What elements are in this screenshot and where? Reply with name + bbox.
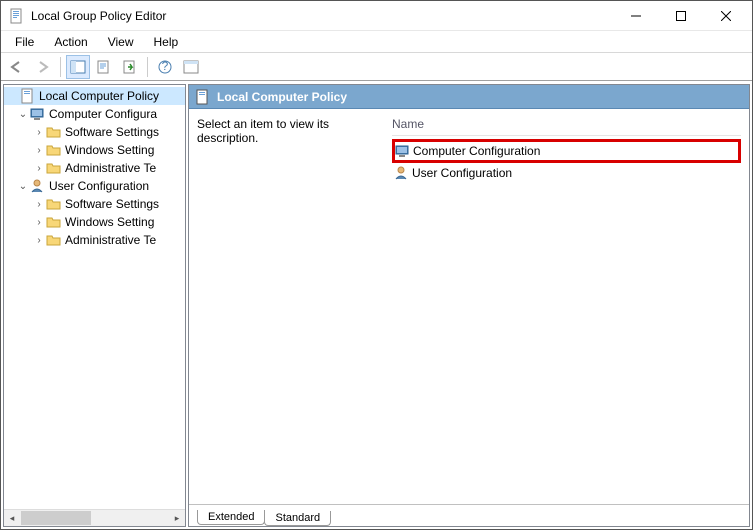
content-area: Local Computer Policy ⌄ Computer Configu…: [1, 81, 752, 529]
folder-icon: [46, 196, 62, 212]
tree-label: Computer Configura: [49, 107, 157, 121]
close-button[interactable]: [703, 2, 748, 30]
menu-file[interactable]: File: [5, 33, 44, 51]
tab-standard[interactable]: Standard: [264, 511, 331, 526]
description-column: Select an item to view its description.: [197, 117, 392, 496]
menu-action[interactable]: Action: [44, 33, 97, 51]
tree-item-user-config[interactable]: ⌄ User Configuration: [4, 177, 185, 195]
menu-help[interactable]: Help: [144, 33, 189, 51]
main-panel: Local Computer Policy Select an item to …: [188, 84, 750, 527]
list-column: Name Computer Configuration User Configu…: [392, 117, 741, 496]
export-button[interactable]: [118, 55, 142, 79]
chevron-right-icon[interactable]: ›: [32, 199, 46, 210]
folder-icon: [46, 214, 62, 230]
tree-item-windows-settings[interactable]: › Windows Setting: [4, 213, 185, 231]
tab-extended[interactable]: Extended: [197, 510, 265, 525]
tree-label: Windows Setting: [65, 215, 154, 229]
tree-label: Local Computer Policy: [39, 89, 159, 103]
app-window: Local Group Policy Editor File Action Vi…: [0, 0, 753, 530]
scroll-right-arrow[interactable]: ▸: [169, 510, 185, 526]
folder-icon: [46, 124, 62, 140]
show-hide-tree-button[interactable]: [66, 55, 90, 79]
chevron-down-icon[interactable]: ⌄: [16, 181, 30, 192]
chevron-right-icon[interactable]: ›: [32, 163, 46, 174]
chevron-right-icon[interactable]: ›: [32, 145, 46, 156]
toolbar: ?: [1, 53, 752, 81]
user-icon: [30, 178, 46, 194]
tree-item-windows-settings[interactable]: › Windows Setting: [4, 141, 185, 159]
chevron-right-icon[interactable]: ›: [32, 235, 46, 246]
window-controls: [613, 2, 748, 30]
tree-label: User Configuration: [49, 179, 149, 193]
list-item-label: Computer Configuration: [413, 144, 540, 158]
tree-horizontal-scrollbar[interactable]: ◂ ▸: [4, 509, 185, 526]
titlebar: Local Group Policy Editor: [1, 1, 752, 31]
list-item-computer-config[interactable]: Computer Configuration: [392, 139, 741, 163]
menu-view[interactable]: View: [98, 33, 144, 51]
back-button[interactable]: [5, 55, 29, 79]
list-item-user-config[interactable]: User Configuration: [392, 163, 741, 183]
minimize-button[interactable]: [613, 2, 658, 30]
tree-body: Local Computer Policy ⌄ Computer Configu…: [4, 85, 185, 509]
properties-button[interactable]: [92, 55, 116, 79]
svg-text:?: ?: [162, 60, 169, 73]
filter-button[interactable]: [179, 55, 203, 79]
help-button[interactable]: ?: [153, 55, 177, 79]
policy-icon: [195, 89, 211, 105]
main-body: Select an item to view its description. …: [189, 109, 749, 504]
forward-button[interactable]: [31, 55, 55, 79]
chevron-right-icon[interactable]: ›: [32, 127, 46, 138]
column-header-name[interactable]: Name: [392, 117, 741, 136]
toolbar-separator: [60, 57, 61, 77]
scroll-thumb[interactable]: [21, 511, 91, 525]
main-header: Local Computer Policy: [189, 85, 749, 109]
tree-label: Software Settings: [65, 125, 159, 139]
tab-bar: Extended Standard: [189, 504, 749, 526]
folder-icon: [46, 160, 62, 176]
computer-icon: [30, 106, 46, 122]
tree-label: Administrative Te: [65, 161, 156, 175]
user-icon: [394, 165, 410, 181]
policy-icon: [20, 88, 36, 104]
tree-panel: Local Computer Policy ⌄ Computer Configu…: [3, 84, 186, 527]
tree-item-software-settings[interactable]: › Software Settings: [4, 123, 185, 141]
tree-label: Software Settings: [65, 197, 159, 211]
maximize-button[interactable]: [658, 2, 703, 30]
tree-label: Administrative Te: [65, 233, 156, 247]
menubar: File Action View Help: [1, 31, 752, 53]
tree-item-admin-templates[interactable]: › Administrative Te: [4, 231, 185, 249]
description-text: Select an item to view its description.: [197, 117, 329, 145]
window-title: Local Group Policy Editor: [31, 9, 613, 23]
tree-item-admin-templates[interactable]: › Administrative Te: [4, 159, 185, 177]
computer-icon: [395, 143, 411, 159]
tree-label: Windows Setting: [65, 143, 154, 157]
tree-item-software-settings[interactable]: › Software Settings: [4, 195, 185, 213]
tree-root[interactable]: Local Computer Policy: [4, 87, 185, 105]
chevron-right-icon[interactable]: ›: [32, 217, 46, 228]
main-header-title: Local Computer Policy: [217, 90, 347, 104]
chevron-down-icon[interactable]: ⌄: [16, 109, 30, 120]
toolbar-separator: [147, 57, 148, 77]
tree-item-computer-config[interactable]: ⌄ Computer Configura: [4, 105, 185, 123]
list-item-label: User Configuration: [412, 166, 512, 180]
folder-icon: [46, 142, 62, 158]
scroll-left-arrow[interactable]: ◂: [4, 510, 20, 526]
folder-icon: [46, 232, 62, 248]
app-icon: [9, 8, 25, 24]
